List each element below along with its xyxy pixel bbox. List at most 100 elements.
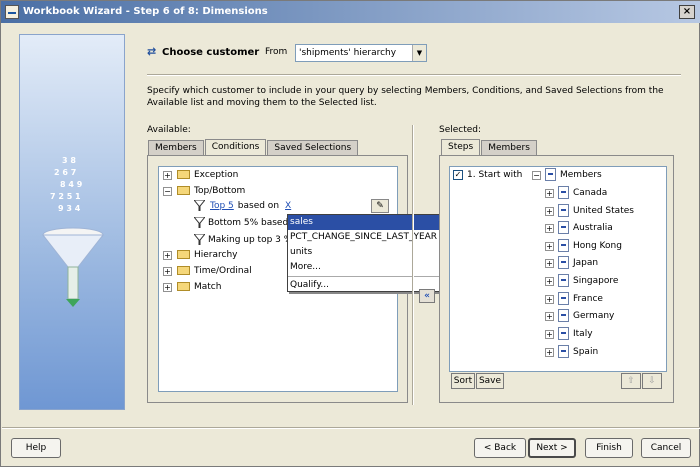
member-label: Japan	[573, 258, 599, 268]
tree-item-match[interactable]: Match	[177, 280, 221, 294]
collapse-members-icon[interactable]: −	[532, 171, 541, 180]
member-icon	[558, 274, 569, 287]
member-item[interactable]: Australia	[558, 221, 613, 235]
tab-conditions[interactable]: Conditions	[204, 139, 267, 155]
condition-funnel-icon	[194, 234, 205, 245]
expand-member-icon[interactable]: +	[545, 312, 554, 321]
available-tabs: Members Conditions Saved Selections	[148, 139, 359, 155]
sort-button[interactable]: Sort	[451, 373, 475, 389]
expand-member-icon[interactable]: +	[545, 330, 554, 339]
menu-item-sales[interactable]: sales	[288, 215, 454, 230]
condition-top-5[interactable]	[194, 199, 208, 213]
expand-member-icon[interactable]: +	[545, 348, 554, 357]
edit-pencil-icon[interactable]: ✎	[371, 199, 389, 213]
member-item[interactable]: Germany	[558, 309, 614, 323]
member-label: France	[573, 294, 603, 304]
member-icon	[558, 221, 569, 234]
folder-icon	[177, 250, 190, 259]
help-button[interactable]: Help	[11, 438, 61, 458]
menu-item-more[interactable]: More...	[288, 260, 454, 275]
member-item[interactable]: Spain	[558, 345, 598, 359]
choose-customer-icon: ⇄	[147, 45, 157, 58]
members-root[interactable]: Members	[545, 168, 602, 182]
member-label: Germany	[573, 311, 615, 321]
member-icon	[558, 204, 569, 217]
wizard-side-graphic: 3 8 2 6 7 8 4 9 7 2 5 1 9 3 4	[19, 34, 125, 410]
menu-item-pct-change[interactable]: PCT_CHANGE_SINCE_LAST_YEAR	[288, 230, 454, 245]
expand-hierarchy-icon[interactable]: +	[163, 251, 172, 260]
member-label: Italy	[573, 329, 593, 339]
member-item[interactable]: Singapore	[558, 274, 618, 288]
expand-exception-icon[interactable]: +	[163, 171, 172, 180]
funnel-illustration: 3 8 2 6 7 8 4 9 7 2 5 1 9 3 4	[41, 156, 105, 307]
tree-label: Bottom 5% based	[208, 218, 289, 228]
tree-item-exception[interactable]: Exception	[177, 168, 238, 182]
tree-label: Top/Bottom	[194, 186, 246, 196]
tree-item-hierarchy[interactable]: Hierarchy	[177, 248, 238, 262]
step1-checkbox[interactable]: ✓	[453, 170, 463, 180]
expand-member-icon[interactable]: +	[545, 295, 554, 304]
member-label: Australia	[573, 223, 613, 233]
measure-link[interactable]: X	[285, 201, 291, 211]
expand-time-ordinal-icon[interactable]: +	[163, 267, 172, 276]
condition-making-up-top[interactable]: Making up top 3 %	[194, 233, 292, 247]
expand-member-icon[interactable]: +	[545, 259, 554, 268]
member-item[interactable]: Japan	[558, 256, 598, 270]
tab-steps[interactable]: Steps	[441, 139, 481, 155]
tree-label: Making up top 3 %	[208, 235, 293, 245]
move-up-button[interactable]: ⇧	[621, 373, 641, 389]
member-icon	[558, 186, 569, 199]
svg-text:9 3 4: 9 3 4	[58, 204, 81, 213]
move-down-button[interactable]: ⇩	[642, 373, 662, 389]
member-item[interactable]: France	[558, 292, 603, 306]
expand-member-icon[interactable]: +	[545, 242, 554, 251]
expand-match-icon[interactable]: +	[163, 283, 172, 292]
tree-item-time-ordinal[interactable]: Time/Ordinal	[177, 264, 252, 278]
member-item[interactable]: United States	[558, 204, 634, 218]
member-item[interactable]: Hong Kong	[558, 239, 622, 253]
menu-item-units[interactable]: units	[288, 245, 454, 260]
close-button[interactable]: ×	[679, 5, 695, 19]
based-on-text: based on	[237, 201, 280, 211]
expand-member-icon[interactable]: +	[545, 189, 554, 198]
folder-icon	[177, 282, 190, 291]
hierarchy-select[interactable]: 'shipments' hierarchy ▼	[295, 44, 427, 62]
condition-bottom-5-pct[interactable]: Bottom 5% based	[194, 216, 288, 230]
tab-selected-members[interactable]: Members	[481, 140, 537, 155]
tab-saved-selections[interactable]: Saved Selections	[267, 140, 359, 155]
from-label: From	[265, 47, 288, 57]
tree-label: Time/Ordinal	[194, 266, 252, 276]
save-selection-button[interactable]: Save	[476, 373, 504, 389]
back-button[interactable]: < Back	[474, 438, 526, 458]
app-icon	[5, 5, 19, 19]
svg-text:7 2 5 1: 7 2 5 1	[50, 192, 81, 201]
member-icon	[558, 239, 569, 252]
expand-member-icon[interactable]: +	[545, 277, 554, 286]
tree-label: Exception	[194, 170, 239, 180]
title-bar: Workbook Wizard - Step 6 of 8: Dimension…	[1, 1, 700, 23]
expand-member-icon[interactable]: +	[545, 207, 554, 216]
measure-popup-menu: sales PCT_CHANGE_SINCE_LAST_YEAR units M…	[287, 214, 455, 292]
move-to-available-button[interactable]: «	[419, 289, 435, 303]
top-n-link[interactable]: Top 5	[210, 201, 234, 211]
collapse-top-bottom-icon[interactable]: −	[163, 187, 172, 196]
tab-members[interactable]: Members	[148, 140, 204, 155]
member-label: Singapore	[573, 276, 619, 286]
member-icon	[558, 327, 569, 340]
menu-separator	[288, 276, 454, 277]
finish-button[interactable]: Finish	[585, 438, 633, 458]
member-item[interactable]: Italy	[558, 327, 593, 341]
page-title: Choose customer	[162, 47, 260, 58]
member-label: Spain	[573, 347, 599, 357]
member-item[interactable]: Canada	[558, 186, 607, 200]
tree-item-top-bottom[interactable]: Top/Bottom	[177, 184, 245, 198]
dropdown-arrow-icon[interactable]: ▼	[412, 45, 426, 61]
workbook-wizard-window: Workbook Wizard - Step 6 of 8: Dimension…	[0, 0, 700, 467]
member-icon	[558, 309, 569, 322]
next-button[interactable]: Next >	[528, 438, 576, 458]
instructions-text: Specify which customer to include in you…	[147, 86, 664, 108]
member-icon	[558, 256, 569, 269]
footer-separator	[2, 427, 700, 429]
cancel-button[interactable]: Cancel	[641, 438, 691, 458]
expand-member-icon[interactable]: +	[545, 224, 554, 233]
